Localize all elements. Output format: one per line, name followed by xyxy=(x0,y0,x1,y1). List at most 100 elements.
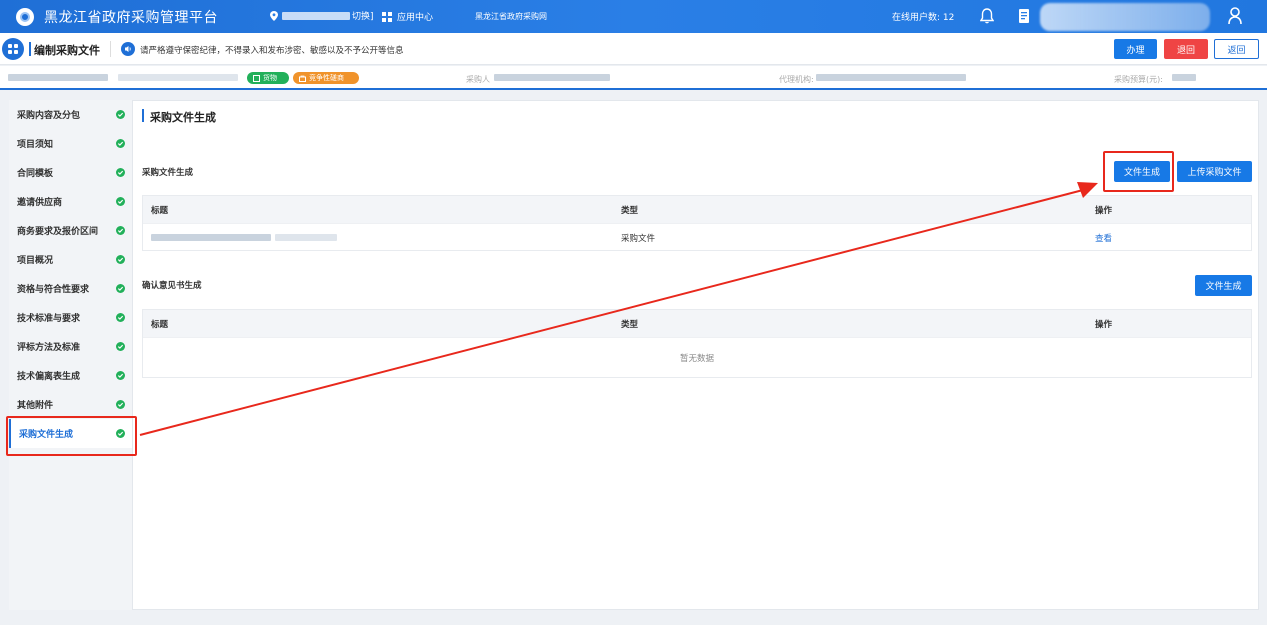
sidebar-item-file-generation[interactable]: 采购文件生成 xyxy=(9,419,132,448)
check-circle-icon xyxy=(116,429,125,438)
procurement-file-table: 标题 类型 操作 采购文件 查看 xyxy=(142,195,1252,251)
table-row: 采购文件 查看 xyxy=(143,223,1251,250)
table-header: 标题 类型 操作 xyxy=(143,310,1251,337)
online-users-count: 在线用户数: 12 xyxy=(892,13,955,23)
main-panel: 采购文件生成 采购文件生成 文件生成 上传采购文件 标题 类型 操作 采购文件 … xyxy=(132,100,1259,610)
sidebar-item-content-and-lots[interactable]: 采购内容及分包 xyxy=(9,100,132,129)
view-link[interactable]: 查看 xyxy=(1095,224,1112,251)
sidebar-item-project-notice[interactable]: 项目须知 xyxy=(9,129,132,158)
procurement-net-link[interactable]: 黑龙江省政府采购网 xyxy=(475,11,547,22)
sidebar-item-technical-standards[interactable]: 技术标准与要求 xyxy=(9,303,132,332)
app-grid-icon xyxy=(382,11,392,22)
purchaser-label: 采购人 xyxy=(466,75,490,84)
check-circle-icon xyxy=(116,168,125,177)
agency-redacted xyxy=(816,74,966,81)
handle-button[interactable]: 办理 xyxy=(1114,39,1157,59)
title-accent-bar xyxy=(142,109,144,122)
page-header-bar: 编制采购文件 请严格遵守保密纪律，不得录入和发布涉密、敏感以及不予公开等信息 xyxy=(0,33,1267,65)
box-icon xyxy=(253,74,260,82)
location-pin-icon xyxy=(270,10,278,21)
sidebar-item-label: 邀请供应商 xyxy=(17,198,63,208)
row-type: 采购文件 xyxy=(621,233,656,244)
generate-confirmation-button[interactable]: 文件生成 xyxy=(1195,275,1252,296)
sidebar-item-label: 合同模板 xyxy=(17,169,54,179)
procurement-method-tag: 竞争性磋商 xyxy=(293,72,359,84)
sidebar-item-invite-suppliers[interactable]: 邀请供应商 xyxy=(9,187,132,216)
row-title-redacted xyxy=(151,224,337,251)
check-circle-icon xyxy=(116,226,125,235)
speaker-icon xyxy=(121,42,135,56)
confidentiality-notice: 请严格遵守保密纪律，不得录入和发布涉密、敏感以及不予公开等信息 xyxy=(140,46,404,56)
user-icon[interactable] xyxy=(1228,7,1242,25)
check-circle-icon xyxy=(116,313,125,322)
generate-file-button[interactable]: 文件生成 xyxy=(1114,161,1170,182)
sidebar-item-other-attachments[interactable]: 其他附件 xyxy=(9,390,132,419)
menu-toggle-button[interactable] xyxy=(2,38,24,60)
region-name-redacted xyxy=(282,11,350,20)
region-switch[interactable]: 切换] xyxy=(270,9,374,22)
check-circle-icon xyxy=(116,284,125,293)
procurement-method-label: 竞争性磋商 xyxy=(309,74,344,82)
column-header-type: 类型 xyxy=(621,319,639,330)
section-procurement-file-title: 采购文件生成 xyxy=(142,168,194,178)
goods-tag: 货物 xyxy=(247,72,289,84)
sidebar-item-label: 其他附件 xyxy=(17,401,54,411)
title-accent-bar xyxy=(29,42,31,56)
app-center-link[interactable]: 应用中心 xyxy=(382,10,433,23)
bag-icon xyxy=(299,75,306,82)
check-circle-icon xyxy=(116,371,125,380)
divider xyxy=(110,41,111,57)
check-circle-icon xyxy=(116,342,125,351)
step-sidebar: 采购内容及分包 项目须知 合同模板 邀请供应商 商务要求及报价区间 项目概况 资… xyxy=(9,100,132,610)
switch-link[interactable]: 切换] xyxy=(352,9,374,22)
budget-label: 采购预算(元): xyxy=(1114,75,1163,84)
column-header-title: 标题 xyxy=(151,319,169,330)
return-button[interactable]: 退回 xyxy=(1164,39,1208,59)
sidebar-item-label: 资格与符合性要求 xyxy=(17,285,90,295)
sidebar-item-evaluation-method[interactable]: 评标方法及标准 xyxy=(9,332,132,361)
budget-redacted xyxy=(1172,74,1196,81)
platform-title: 黑龙江省政府采购管理平台 xyxy=(44,9,218,26)
check-circle-icon xyxy=(116,197,125,206)
user-info-redacted xyxy=(1040,3,1210,31)
sidebar-item-label: 商务要求及报价区间 xyxy=(17,227,99,237)
app-grid-icon xyxy=(8,44,18,54)
column-header-type: 类型 xyxy=(621,205,639,216)
sidebar-item-label: 项目概况 xyxy=(17,256,54,266)
sidebar-item-contract-template[interactable]: 合同模板 xyxy=(9,158,132,187)
check-circle-icon xyxy=(116,139,125,148)
agency-label: 代理机构: xyxy=(779,75,814,84)
app-center-label: 应用中心 xyxy=(397,13,434,23)
page-title: 编制采购文件 xyxy=(34,44,100,57)
sidebar-item-business-requirements[interactable]: 商务要求及报价区间 xyxy=(9,216,132,245)
empty-state: 暂无数据 xyxy=(143,337,1251,377)
sidebar-item-label: 技术偏离表生成 xyxy=(17,372,81,382)
sidebar-item-deviation-table[interactable]: 技术偏离表生成 xyxy=(9,361,132,390)
sidebar-item-label: 项目须知 xyxy=(17,140,54,150)
purchaser-redacted xyxy=(494,74,610,81)
project-code-redacted xyxy=(8,74,108,81)
sidebar-item-project-overview[interactable]: 项目概况 xyxy=(9,245,132,274)
sidebar-item-label: 采购文件生成 xyxy=(19,430,74,440)
bell-icon[interactable] xyxy=(980,8,994,24)
table-header: 标题 类型 操作 xyxy=(143,196,1251,223)
main-title: 采购文件生成 xyxy=(150,111,216,124)
sidebar-item-qualification[interactable]: 资格与符合性要求 xyxy=(9,274,132,303)
confirmation-table: 标题 类型 操作 暂无数据 xyxy=(142,309,1252,378)
goods-tag-label: 货物 xyxy=(263,74,277,82)
project-info-row: 货物 竞争性磋商 采购人 代理机构: 采购预算(元): xyxy=(0,66,1267,90)
platform-logo-icon xyxy=(16,7,34,26)
column-header-action: 操作 xyxy=(1095,319,1113,330)
upload-file-button[interactable]: 上传采购文件 xyxy=(1177,161,1252,182)
check-circle-icon xyxy=(116,400,125,409)
sidebar-item-label: 评标方法及标准 xyxy=(17,343,81,353)
sidebar-item-label: 技术标准与要求 xyxy=(17,314,81,324)
back-button[interactable]: 返回 xyxy=(1214,39,1259,59)
project-name-redacted xyxy=(118,74,238,81)
section-confirmation-title: 确认意见书生成 xyxy=(142,281,202,291)
document-list-icon[interactable] xyxy=(1018,8,1031,24)
check-circle-icon xyxy=(116,110,125,119)
column-header-title: 标题 xyxy=(151,205,169,216)
column-header-action: 操作 xyxy=(1095,205,1113,216)
sidebar-item-label: 采购内容及分包 xyxy=(17,111,81,121)
